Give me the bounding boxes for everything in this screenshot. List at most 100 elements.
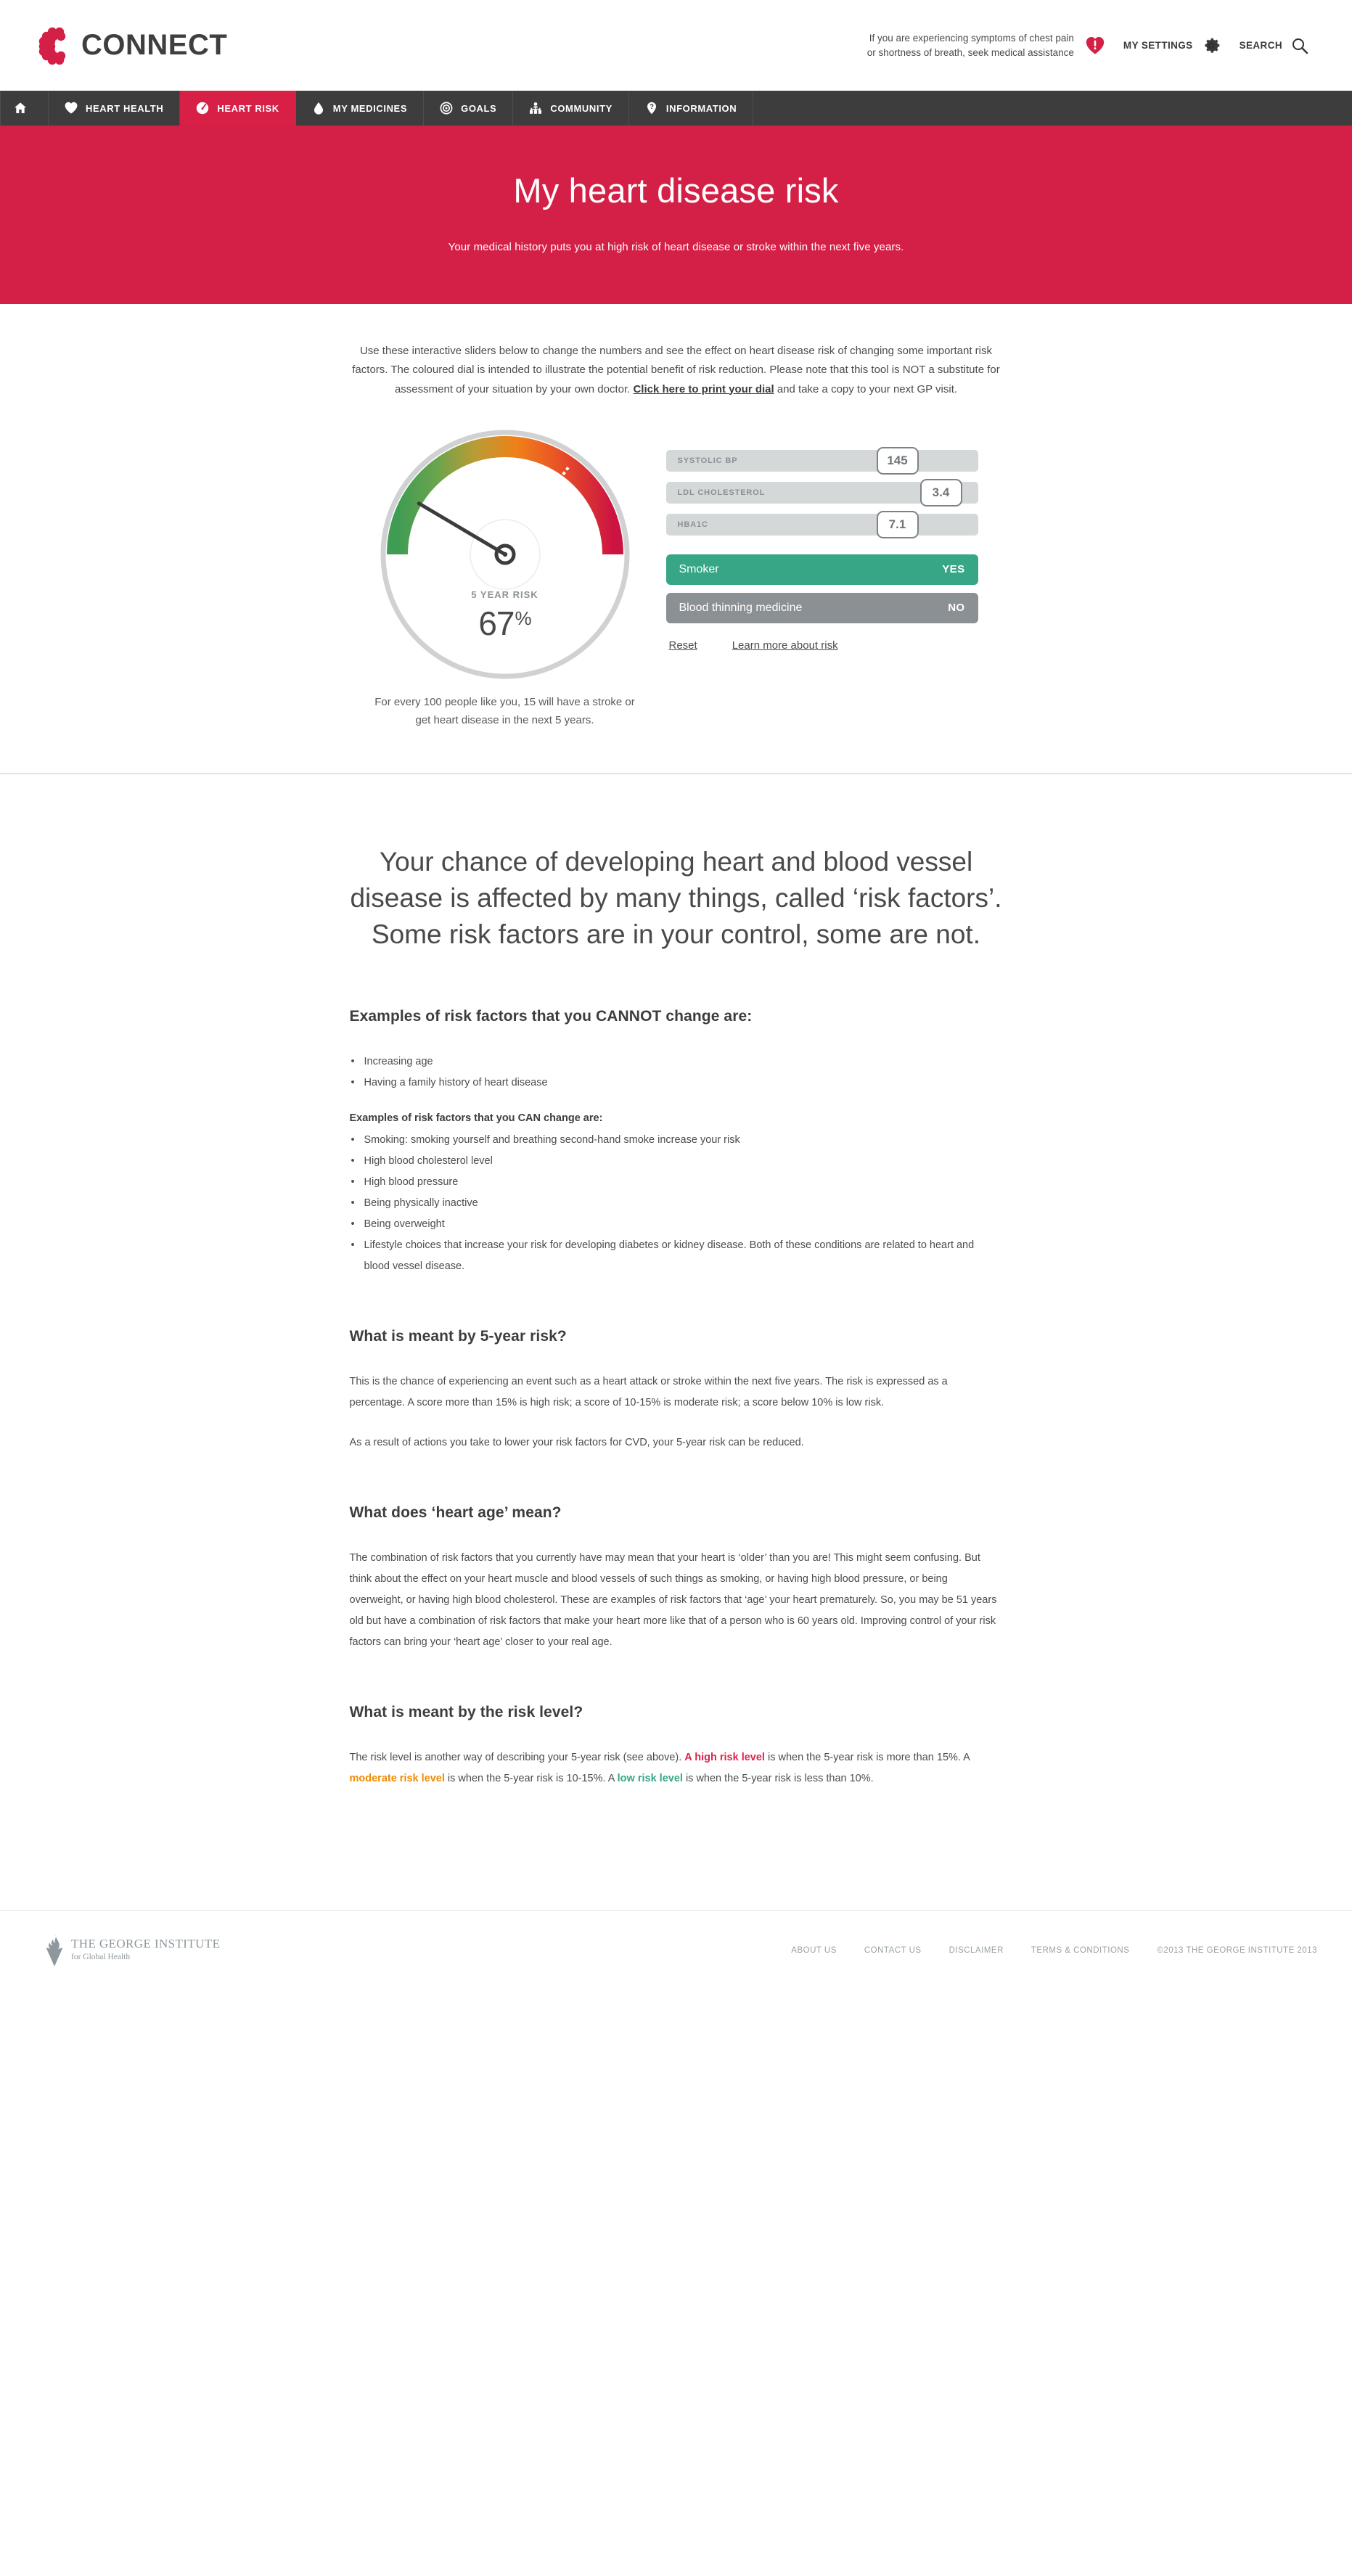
search-button[interactable]: SEARCH xyxy=(1240,37,1308,54)
calculator-body: 5 YEAR RISK 67% For every 100 people lik… xyxy=(0,424,1352,730)
list-item: Increasing age xyxy=(350,1051,1003,1072)
gauge-percent-sign: % xyxy=(515,607,532,629)
five-year-risk-paragraph-2: As a result of actions you take to lower… xyxy=(349,1437,804,1449)
calculator-intro-after: and take a copy to your next GP visit. xyxy=(774,382,958,395)
footer-copyright: ©2013 THE GEORGE INSTITUTE 2013 xyxy=(1157,1945,1317,1955)
slider-thumb-systolic-bp[interactable]: 145 xyxy=(876,446,919,475)
home-icon xyxy=(15,102,26,113)
main-navigation: HEART HEALTH HEART RISK MY MEDICINES GOA… xyxy=(0,91,1352,126)
list-item: Being overweight xyxy=(350,1214,1003,1235)
nav-label-community: COMMUNITY xyxy=(550,102,613,114)
section-risk-level: What is meant by the risk level? The ris… xyxy=(350,1704,1003,1789)
list-item: Being physically inactive xyxy=(350,1193,1003,1214)
risk-factors-article: Your chance of developing heart and bloo… xyxy=(350,774,1003,1910)
gauge-caption: For every 100 people like you, 15 will h… xyxy=(374,695,635,726)
risk-level-text-1: The risk level is another way of describ… xyxy=(349,1752,685,1764)
nav-item-heart-health[interactable]: HEART HEALTH xyxy=(49,91,181,126)
search-label: SEARCH xyxy=(1239,40,1282,51)
slider-ldl-cholesterol[interactable]: LDL CHOLESTEROL 3.4 xyxy=(665,478,978,506)
nav-item-home[interactable] xyxy=(0,91,49,126)
george-institute-logo[interactable]: THE GEORGE INSTITUTE for Global Health xyxy=(45,1934,220,1967)
gauge-value: 67% xyxy=(374,604,636,643)
slider-hba1c[interactable]: HBA1C 7.1 xyxy=(665,510,978,538)
moderate-risk-highlight: moderate risk level xyxy=(349,1773,445,1785)
list-item: Smoking: smoking yourself and breathing … xyxy=(350,1130,1003,1151)
heart-icon xyxy=(65,102,78,114)
toggle-label-smoker: Smoker xyxy=(679,562,719,575)
pill-icon xyxy=(314,102,323,115)
risk-level-text-3: is when the 5-year risk is 10-15%. A xyxy=(444,1773,618,1785)
slider-label-systolic-bp: SYSTOLIC BP xyxy=(677,456,738,465)
heart-exclamation-icon[interactable] xyxy=(1086,36,1105,54)
site-header: CONNECT If you are experiencing symptoms… xyxy=(0,0,1352,91)
footer-link-about-us[interactable]: ABOUT US xyxy=(791,1946,837,1955)
section-risk-factors: Examples of risk factors that you CANNOT… xyxy=(350,1008,1003,1277)
article-headline: Your chance of developing heart and bloo… xyxy=(350,847,1002,950)
calculator-actions: Reset Learn more about risk xyxy=(666,639,978,652)
gauge-value-number: 67 xyxy=(478,604,515,642)
gear-icon[interactable] xyxy=(1202,36,1221,55)
search-icon[interactable] xyxy=(1291,37,1308,54)
nav-item-information[interactable]: INFORMATION xyxy=(629,91,754,126)
nav-label-heart-risk: HEART RISK xyxy=(217,102,279,114)
my-settings-button[interactable]: MY SETTINGS xyxy=(1123,36,1221,55)
gauge-needle xyxy=(417,501,507,557)
risk-level-text-2: is when the 5-year risk is more than 15%… xyxy=(764,1752,970,1764)
emergency-alert-line2: or shortness of breath, seek medical ass… xyxy=(866,46,1074,58)
nav-label-my-medicines: MY MEDICINES xyxy=(332,102,408,114)
slider-thumb-hba1c[interactable]: 7.1 xyxy=(876,510,919,538)
reset-link[interactable]: Reset xyxy=(669,639,697,652)
high-risk-highlight: A high risk level xyxy=(684,1752,765,1764)
nav-label-heart-health: HEART HEALTH xyxy=(86,102,164,114)
connect-logo-icon xyxy=(38,27,66,65)
list-item: Having a family history of heart disease xyxy=(350,1072,1003,1094)
low-risk-highlight: low risk level xyxy=(617,1773,683,1785)
heart-age-heading: What does ‘heart age’ mean? xyxy=(349,1504,562,1522)
list-item: High blood pressure xyxy=(350,1172,1003,1193)
people-icon xyxy=(530,102,542,114)
my-settings-label: MY SETTINGS xyxy=(1123,40,1193,51)
risk-level-paragraph: The risk level is another way of describ… xyxy=(350,1747,1003,1789)
heart-age-paragraph: The combination of risk factors that you… xyxy=(349,1552,997,1649)
gauge-label: 5 YEAR RISK xyxy=(471,588,538,600)
nav-item-heart-risk[interactable]: HEART RISK xyxy=(180,91,296,126)
george-institute-wordmark: THE GEORGE INSTITUTE for Global Health xyxy=(71,1937,220,1963)
slider-label-ldl-cholesterol: LDL CHOLESTEROL xyxy=(677,488,766,497)
header-utilities: If you are experiencing symptoms of ches… xyxy=(867,31,1308,60)
nav-item-community[interactable]: COMMUNITY xyxy=(513,91,629,126)
footer-link-terms-conditions[interactable]: TERMS & CONDITIONS xyxy=(1031,1946,1130,1955)
list-item: Lifestyle choices that increase your ris… xyxy=(350,1235,1003,1277)
risk-level-heading: What is meant by the risk level? xyxy=(349,1704,583,1721)
calculator-intro: Use these interactive sliders below to c… xyxy=(350,342,1003,399)
page-root: CONNECT If you are experiencing symptoms… xyxy=(0,0,1352,1990)
can-change-heading: Examples of risk factors that you CAN ch… xyxy=(349,1112,603,1125)
brand-logo[interactable]: CONNECT xyxy=(38,27,227,65)
toggle-blood-thinning-medicine[interactable]: Blood thinning medicine NO xyxy=(665,592,978,623)
slider-systolic-bp[interactable]: SYSTOLIC BP 145 xyxy=(665,446,978,475)
footer-links: ABOUT US CONTACT US DISCLAIMER TERMS & C… xyxy=(791,1946,1317,1955)
gauge-icon xyxy=(197,102,209,115)
print-dial-link[interactable]: Click here to print your dial xyxy=(633,383,774,395)
risk-controls-column: SYSTOLIC BP 145 LDL CHOLESTEROL 3.4 HBA1… xyxy=(665,424,978,730)
five-year-risk-paragraph-1: This is the chance of experiencing an ev… xyxy=(349,1376,948,1409)
slider-thumb-ldl-cholesterol[interactable]: 3.4 xyxy=(919,478,962,506)
slider-label-hba1c: HBA1C xyxy=(677,520,708,529)
nav-item-goals[interactable]: GOALS xyxy=(424,91,514,126)
toggle-smoker[interactable]: Smoker YES xyxy=(665,554,978,585)
can-change-list: Smoking: smoking yourself and breathing … xyxy=(350,1130,1003,1277)
section-five-year-risk: What is meant by 5-year risk? This is th… xyxy=(350,1328,1003,1453)
page-title: My heart disease risk xyxy=(513,171,839,210)
cannot-change-list: Increasing age Having a family history o… xyxy=(350,1051,1003,1094)
cannot-change-heading: Examples of risk factors that you CANNOT… xyxy=(349,1008,753,1025)
nav-item-my-medicines[interactable]: MY MEDICINES xyxy=(296,91,425,126)
brand-name: CONNECT xyxy=(81,29,228,61)
footer-link-contact-us[interactable]: CONTACT US xyxy=(864,1946,922,1955)
risk-level-text-4: is when the 5-year risk is less than 10%… xyxy=(682,1773,874,1785)
footer-link-disclaimer[interactable]: DISCLAIMER xyxy=(949,1946,1004,1955)
hero-subtitle: Your medical history puts you at high ri… xyxy=(448,241,904,253)
toggle-label-blood-thinning-medicine: Blood thinning medicine xyxy=(679,601,803,614)
toggle-state-blood-thinning-medicine: NO xyxy=(948,602,965,615)
nav-label-goals: GOALS xyxy=(461,102,497,114)
site-footer: THE GEORGE INSTITUTE for Global Health A… xyxy=(0,1910,1352,1990)
learn-more-about-risk-link[interactable]: Learn more about risk xyxy=(732,639,838,652)
